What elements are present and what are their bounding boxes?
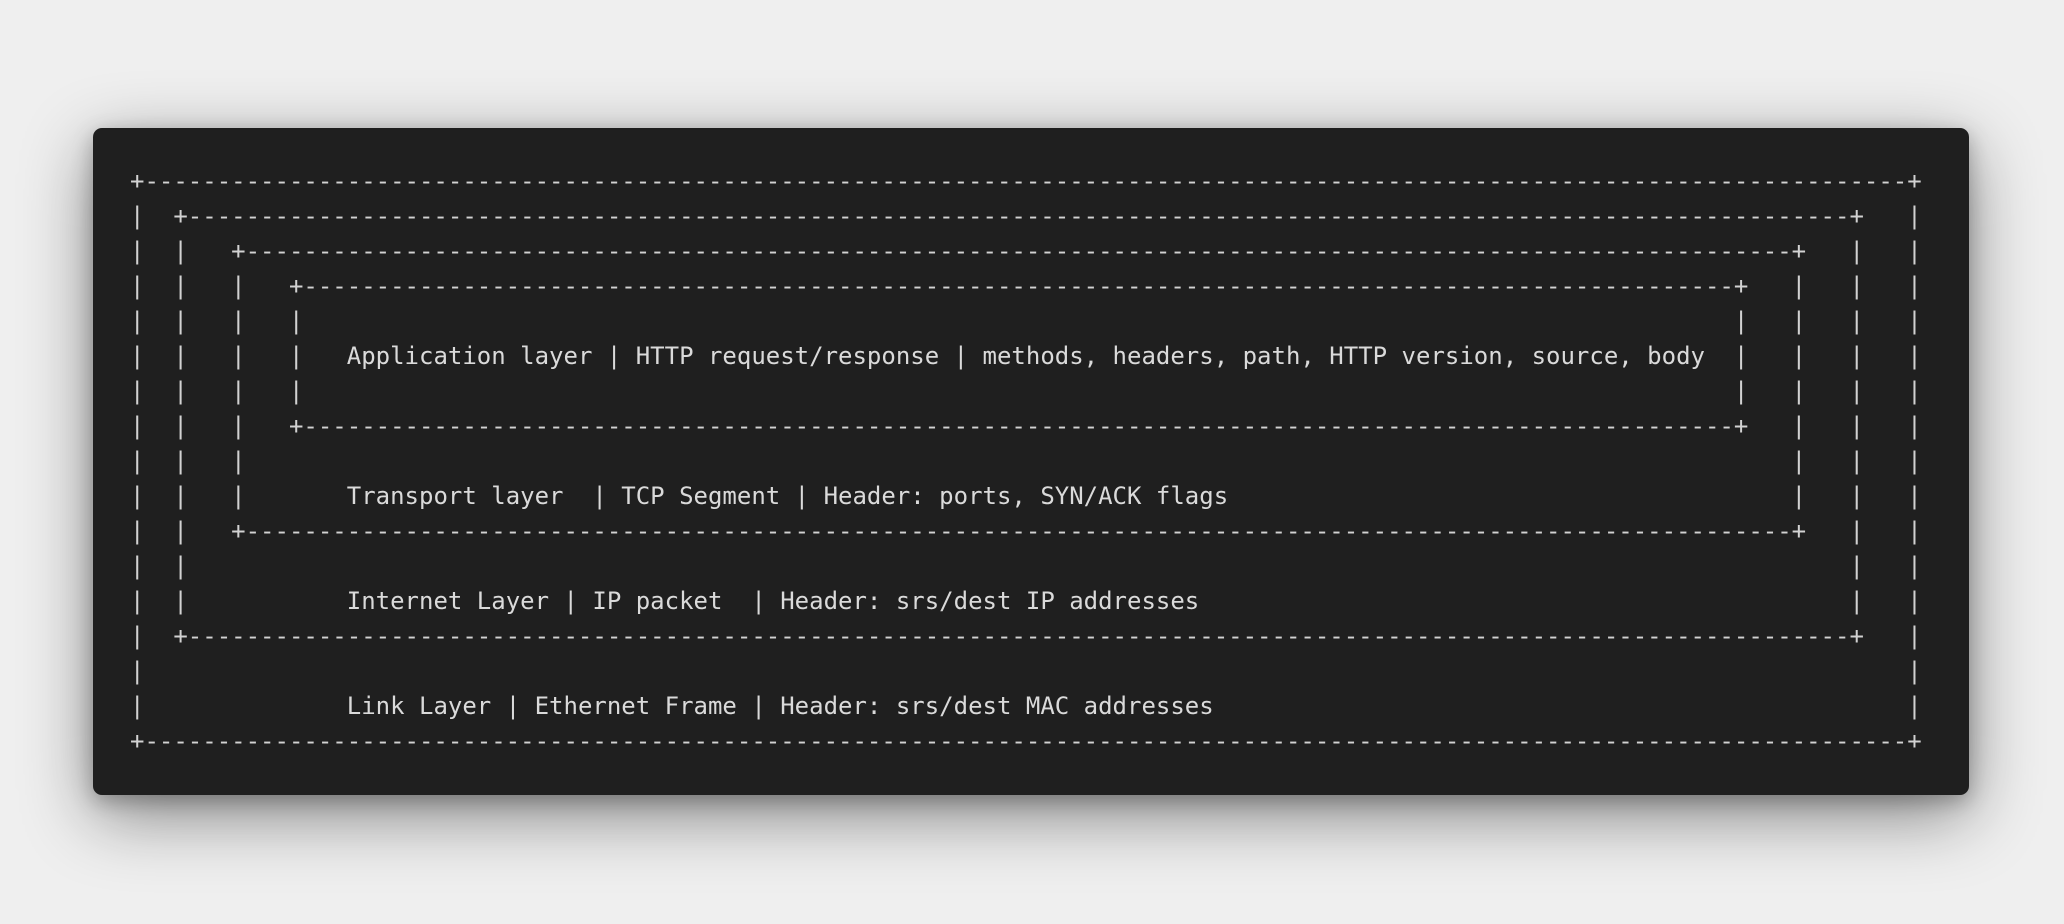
code-block: +---------------------------------------…	[93, 128, 1969, 795]
frame-row: +---------------------------------------…	[130, 727, 1922, 755]
layer-label-application: Application layer | HTTP request/respons…	[346, 342, 1705, 370]
frame-row: | | +-----------------------------------…	[130, 517, 1922, 545]
frame-segment: | |	[1199, 587, 1922, 615]
layer-row-internet: | | Internet Layer | IP packet | Header:…	[130, 584, 1969, 619]
frame-row: | | | +---------------------------------…	[130, 412, 1922, 440]
layer-row-link: | Link Layer | Ethernet Frame | Header: …	[130, 689, 1969, 724]
frame-segment: |	[130, 692, 347, 720]
frame-row: | | | | | | | |	[130, 377, 1922, 405]
frame-segment: |	[1213, 692, 1922, 720]
frame-row: +---------------------------------------…	[130, 167, 1922, 195]
frame-row: | | | | | |	[130, 447, 1922, 475]
frame-segment: | | | |	[1704, 342, 1922, 370]
frame-row: | +-------------------------------------…	[130, 202, 1922, 230]
frame-row: | | +-----------------------------------…	[130, 237, 1922, 265]
frame-segment: | |	[130, 587, 347, 615]
frame-row: | | | |	[130, 552, 1922, 580]
layer-row-application: | | | | Application layer | HTTP request…	[130, 339, 1969, 374]
layer-label-link: Link Layer | Ethernet Frame | Header: sr…	[346, 692, 1214, 720]
frame-segment: | | |	[130, 482, 347, 510]
frame-segment: | | |	[1228, 482, 1922, 510]
layer-label-transport: Transport layer | TCP Segment | Header: …	[346, 482, 1229, 510]
layer-row-transport: | | | Transport layer | TCP Segment | He…	[130, 479, 1969, 514]
layer-label-internet: Internet Layer | IP packet | Header: srs…	[346, 587, 1200, 615]
frame-row: | | | | | | | |	[130, 307, 1922, 335]
frame-row: | | | +---------------------------------…	[130, 272, 1922, 300]
frame-row: | +-------------------------------------…	[130, 622, 1922, 650]
frame-segment: | | | |	[130, 342, 347, 370]
frame-row: | |	[130, 657, 1922, 685]
ascii-network-layers-diagram: +---------------------------------------…	[130, 164, 1969, 759]
